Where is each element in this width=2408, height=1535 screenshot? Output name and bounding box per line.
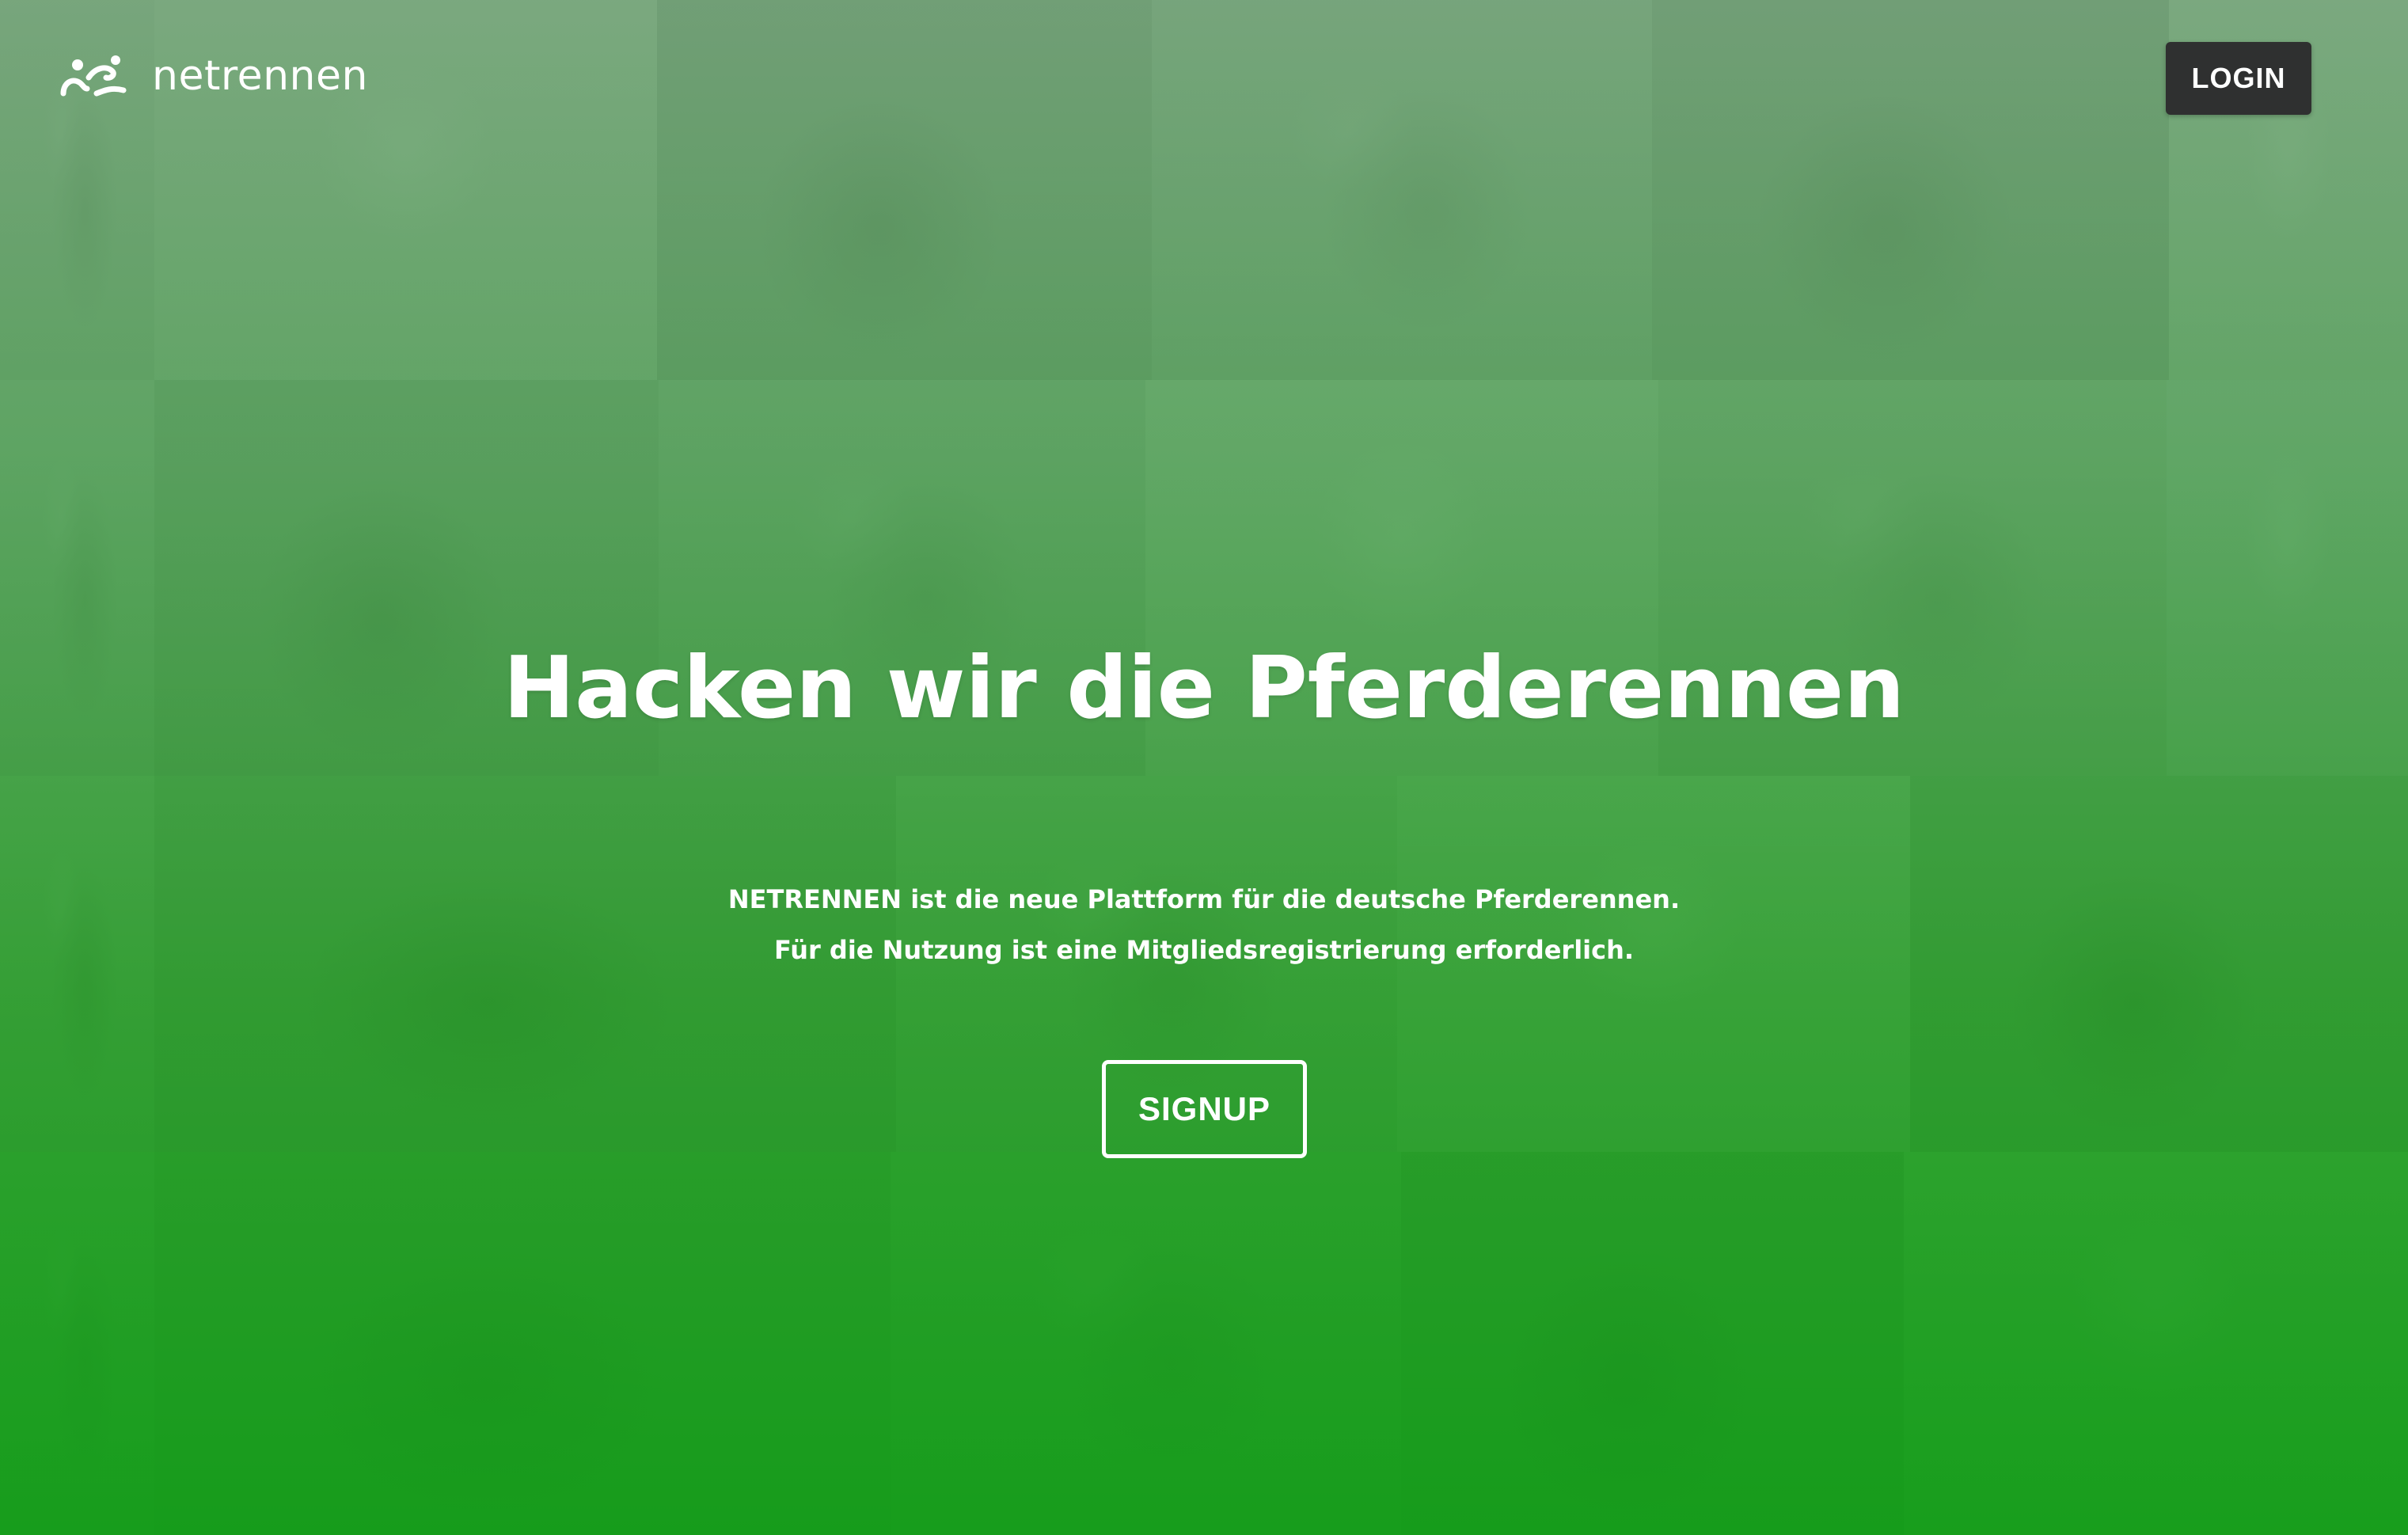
brand-name: netrennen	[152, 52, 368, 100]
signup-button[interactable]: SIGNUP	[1102, 1060, 1307, 1158]
hero-title: Hacken wir die Pferderennen	[503, 639, 1905, 738]
horse-racing-logo-icon	[60, 55, 127, 97]
hero-subtitle-line: Für die Nutzung ist eine Mitgliedsregist…	[773, 935, 1635, 965]
landing-page: netrennen LOGIN Hacken wir die Pferderen…	[0, 0, 2408, 1535]
hero-subtitle: NETRENNEN ist die neue Plattform für die…	[0, 874, 2408, 975]
brand-logo[interactable]: netrennen	[60, 52, 368, 100]
hero-subtitle-line: NETRENNEN ist die neue Plattform für die…	[727, 884, 1681, 914]
green-gradient-overlay	[0, 0, 2408, 1535]
login-button[interactable]: LOGIN	[2166, 42, 2311, 115]
